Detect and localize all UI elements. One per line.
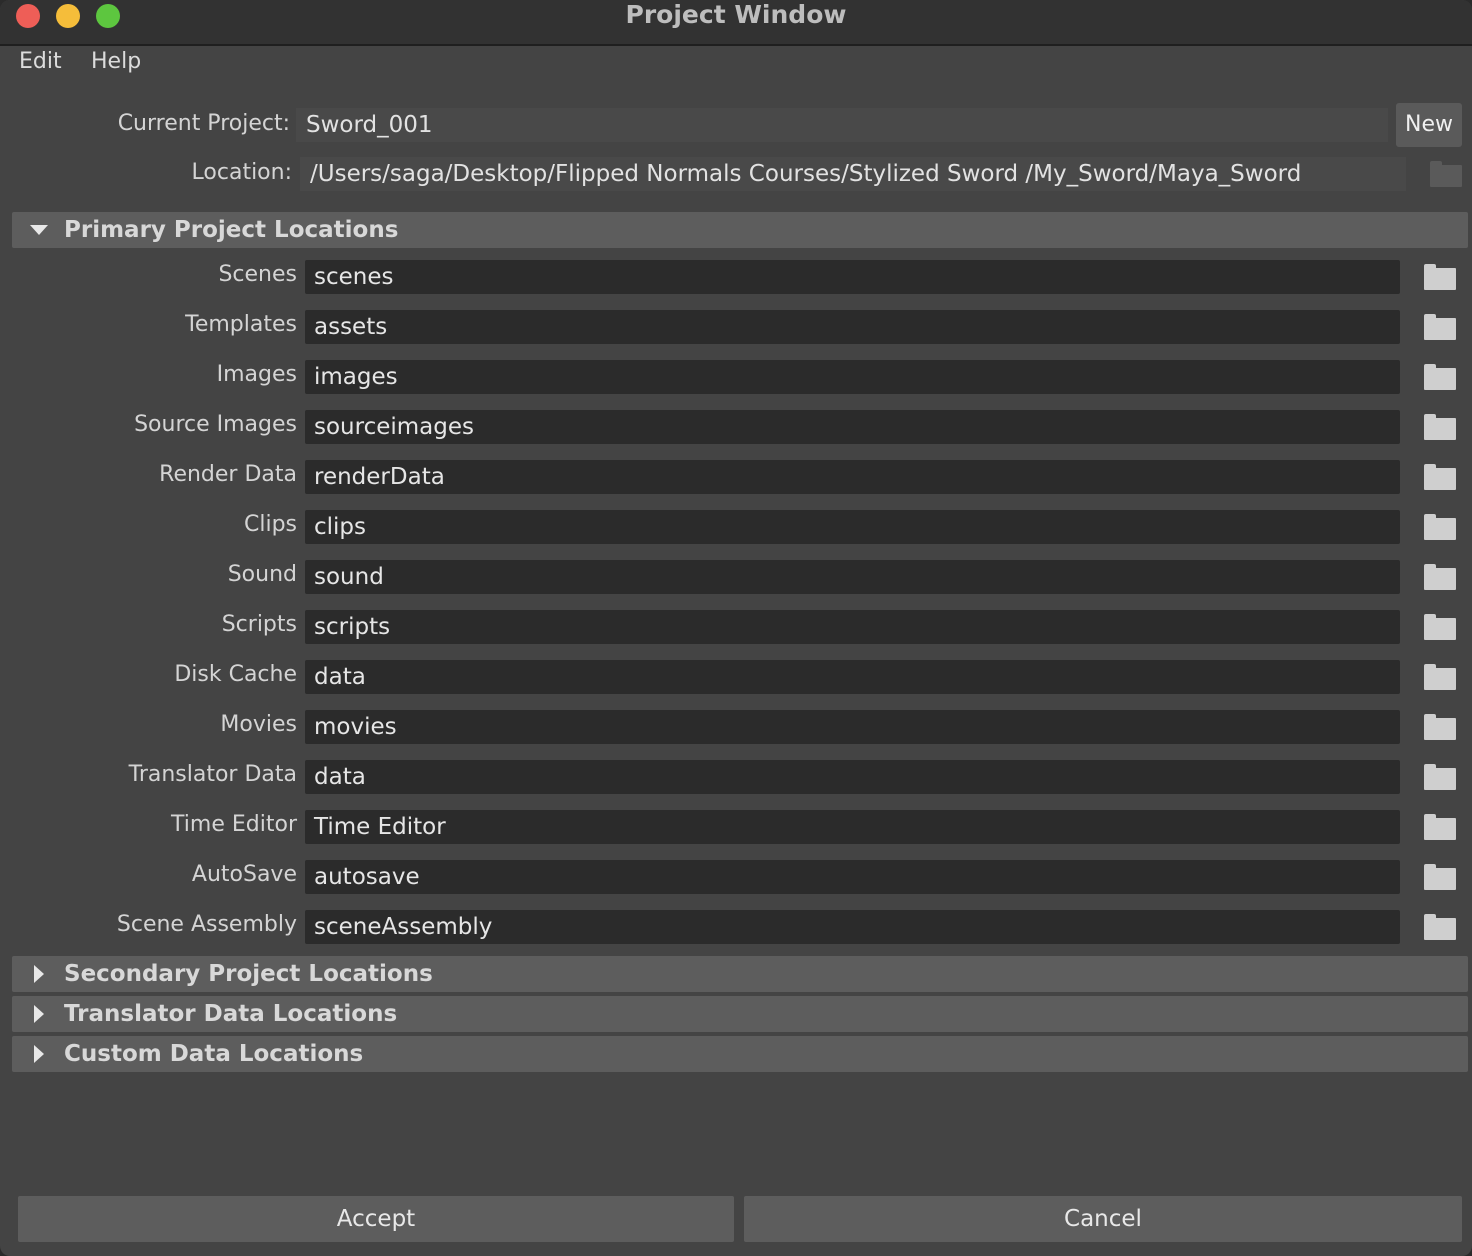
expand-triangle-icon xyxy=(34,965,44,983)
current-project-field[interactable]: Sword_001 xyxy=(296,108,1388,142)
row-label-autosave: AutoSave xyxy=(191,862,297,887)
row-label-movies: Movies xyxy=(220,712,297,737)
row-label-time-editor: Time Editor xyxy=(171,812,297,837)
disk-cache-input[interactable]: data xyxy=(305,660,1400,694)
section-title: Custom Data Locations xyxy=(64,1041,364,1067)
sound-input[interactable]: sound xyxy=(305,560,1400,594)
browse-folder-icon[interactable] xyxy=(1424,514,1456,540)
section-custom-data-locations[interactable]: Custom Data Locations xyxy=(12,1036,1468,1072)
templates-input[interactable]: assets xyxy=(305,310,1400,344)
row-label-templates: Templates xyxy=(185,312,297,337)
clips-input[interactable]: clips xyxy=(305,510,1400,544)
project-window: Project Window Edit Help Current Project… xyxy=(0,0,1472,1256)
row-label-scene-assembly: Scene Assembly xyxy=(116,912,297,937)
section-secondary-project-locations[interactable]: Secondary Project Locations xyxy=(12,956,1468,992)
row-label-scenes: Scenes xyxy=(218,262,297,287)
time-editor-input[interactable]: Time Editor xyxy=(305,810,1400,844)
new-project-button[interactable]: New xyxy=(1396,103,1462,147)
row-label-clips: Clips xyxy=(243,512,297,537)
browse-folder-icon[interactable] xyxy=(1424,364,1456,390)
row-label-disk-cache: Disk Cache xyxy=(174,662,297,687)
current-project-label: Current Project: xyxy=(117,111,290,136)
row-label-sound: Sound xyxy=(227,562,297,587)
menu-bar: Edit Help xyxy=(0,46,1472,84)
accept-button[interactable]: Accept xyxy=(18,1196,734,1242)
row-label-render-data: Render Data xyxy=(159,462,297,487)
row-label-images: Images xyxy=(216,362,297,387)
browse-folder-icon[interactable] xyxy=(1424,664,1456,690)
images-input[interactable]: images xyxy=(305,360,1400,394)
browse-folder-icon[interactable] xyxy=(1424,464,1456,490)
window-title: Project Window xyxy=(625,0,847,29)
browse-folder-icon[interactable] xyxy=(1424,414,1456,440)
section-title: Translator Data Locations xyxy=(64,1001,398,1027)
expand-triangle-icon xyxy=(34,1045,44,1063)
browse-folder-icon[interactable] xyxy=(1424,564,1456,590)
section-title: Secondary Project Locations xyxy=(64,961,433,987)
cancel-button[interactable]: Cancel xyxy=(744,1196,1462,1242)
movies-input[interactable]: movies xyxy=(305,710,1400,744)
autosave-input[interactable]: autosave xyxy=(305,860,1400,894)
browse-folder-icon[interactable] xyxy=(1424,614,1456,640)
scripts-input[interactable]: scripts xyxy=(305,610,1400,644)
menu-edit[interactable]: Edit xyxy=(19,49,62,74)
browse-folder-icon[interactable] xyxy=(1424,714,1456,740)
section-translator-data-locations[interactable]: Translator Data Locations xyxy=(12,996,1468,1032)
row-label-source-images: Source Images xyxy=(134,412,297,437)
section-primary-project-locations[interactable]: Primary Project Locations xyxy=(12,212,1468,248)
row-label-scripts: Scripts xyxy=(221,612,297,637)
source-images-input[interactable]: sourceimages xyxy=(305,410,1400,444)
browse-folder-icon[interactable] xyxy=(1424,314,1456,340)
menu-help[interactable]: Help xyxy=(91,49,141,74)
title-bar: Project Window xyxy=(0,0,1472,46)
browse-folder-icon[interactable] xyxy=(1424,914,1456,940)
location-label: Location: xyxy=(191,160,292,185)
scenes-input[interactable]: scenes xyxy=(305,260,1400,294)
scene-assembly-input[interactable]: sceneAssembly xyxy=(305,910,1400,944)
browse-folder-icon[interactable] xyxy=(1424,864,1456,890)
translator-data-input[interactable]: data xyxy=(305,760,1400,794)
collapse-triangle-icon xyxy=(30,225,48,235)
browse-folder-icon[interactable] xyxy=(1424,764,1456,790)
location-folder-icon[interactable] xyxy=(1430,161,1462,187)
section-title: Primary Project Locations xyxy=(64,217,399,243)
location-field[interactable]: /Users/saga/Desktop/Flipped Normals Cour… xyxy=(300,157,1406,191)
browse-folder-icon[interactable] xyxy=(1424,264,1456,290)
expand-triangle-icon xyxy=(34,1005,44,1023)
browse-folder-icon[interactable] xyxy=(1424,814,1456,840)
render-data-input[interactable]: renderData xyxy=(305,460,1400,494)
row-label-translator-data: Translator Data xyxy=(128,762,297,787)
